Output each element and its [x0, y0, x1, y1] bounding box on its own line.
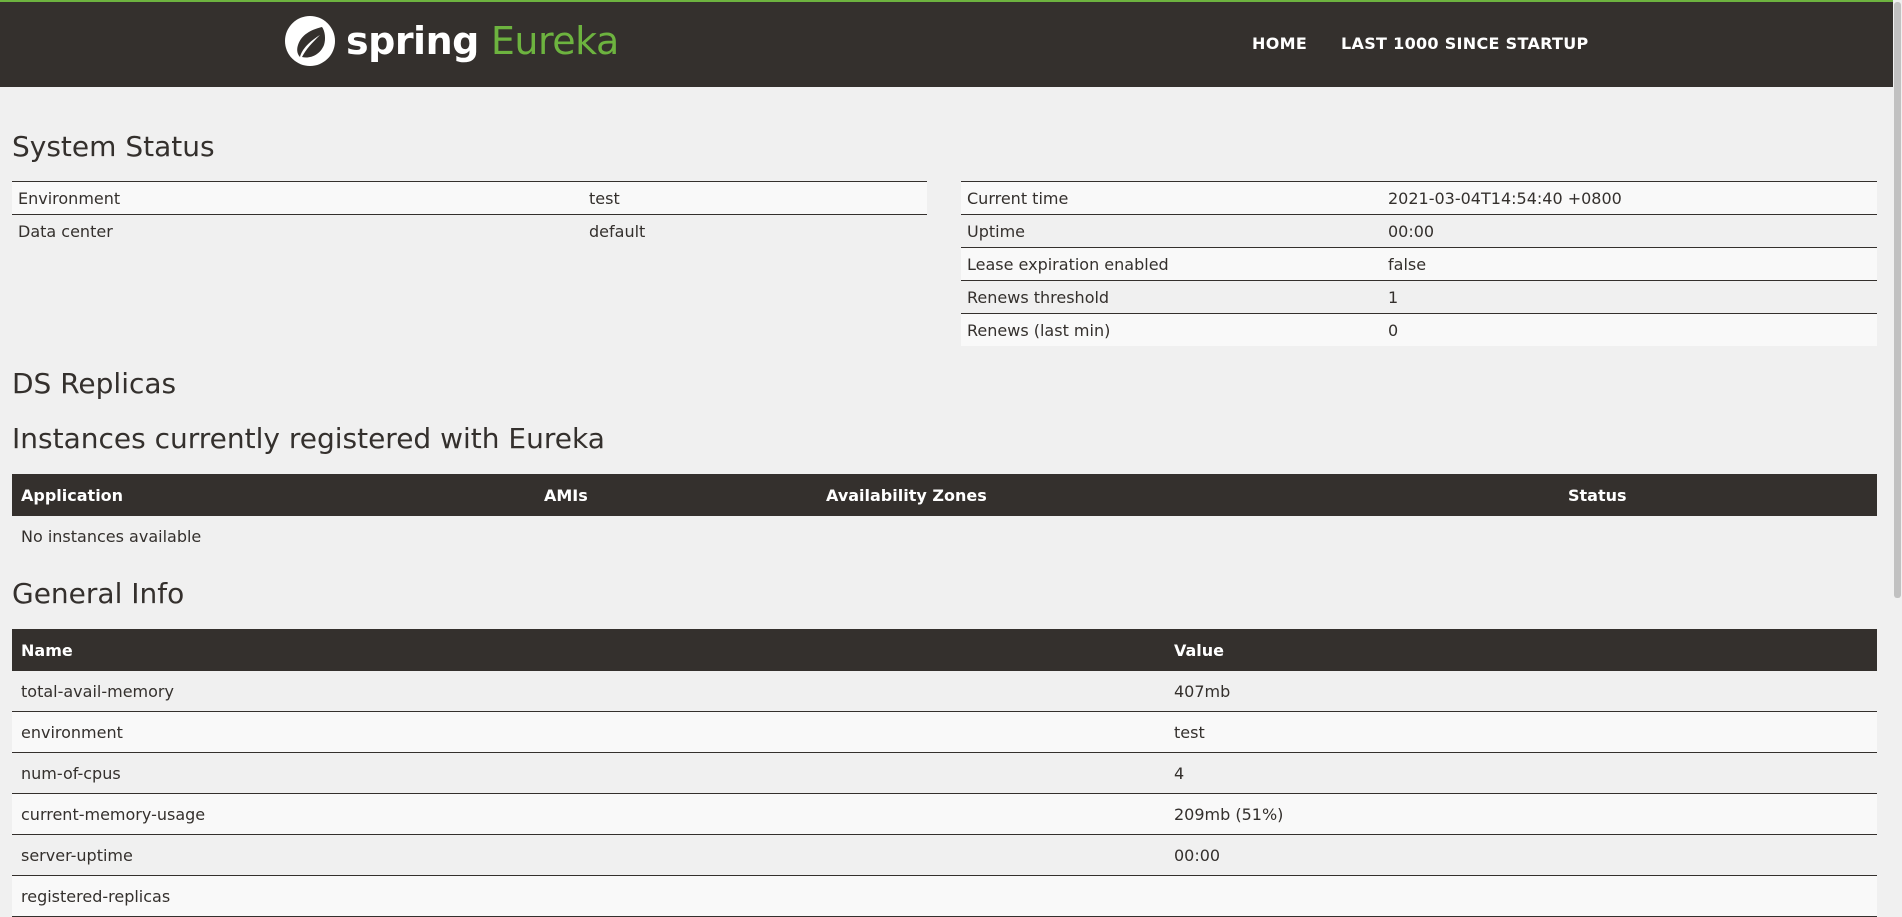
status-value: 1 — [1382, 280, 1877, 314]
col-status: Status — [1559, 474, 1877, 516]
col-name: Name — [12, 629, 1165, 671]
status-value: 2021-03-04T14:54:40 +0800 — [1382, 181, 1877, 215]
table-row: No instances available — [12, 516, 1877, 556]
brand-logo-link[interactable]: spring Eureka — [284, 14, 619, 68]
info-value: 407mb — [1165, 671, 1877, 712]
table-header-row: Name Value — [12, 629, 1877, 671]
nav-last1000-link[interactable]: LAST 1000 SINCE STARTUP — [1341, 34, 1589, 53]
status-label: Data center — [12, 214, 583, 247]
top-navbar: spring Eureka HOME LAST 1000 SINCE STARTU… — [0, 0, 1893, 87]
brand-spring-text: spring — [346, 19, 479, 63]
nav-home-link[interactable]: HOME — [1252, 34, 1307, 53]
general-info-heading: General Info — [12, 577, 185, 610]
col-amis: AMIs — [535, 474, 817, 516]
table-row: Lease expiration enabled false — [961, 247, 1877, 281]
instances-heading: Instances currently registered with Eure… — [12, 422, 605, 455]
brand-wordmark: spring Eureka — [346, 19, 619, 63]
status-value: default — [583, 214, 927, 247]
general-info-table: Name Value total-avail-memory 407mb envi… — [12, 629, 1877, 917]
col-value: Value — [1165, 629, 1877, 671]
table-row: num-of-cpus 4 — [12, 752, 1877, 794]
instances-table: Application AMIs Availability Zones Stat… — [12, 474, 1877, 556]
info-value: test — [1165, 711, 1877, 753]
ds-replicas-heading: DS Replicas — [12, 367, 177, 400]
table-row: environment test — [12, 711, 1877, 753]
info-name: num-of-cpus — [12, 752, 1165, 794]
info-name: environment — [12, 711, 1165, 753]
info-value: 00:00 — [1165, 834, 1877, 876]
table-row: total-avail-memory 407mb — [12, 671, 1877, 712]
brand-eureka-text: Eureka — [490, 19, 619, 63]
system-status-left-table: Environment test Data center default — [12, 181, 927, 247]
table-row: Data center default — [12, 214, 927, 247]
table-row: Uptime 00:00 — [961, 214, 1877, 248]
table-row: current-memory-usage 209mb (51%) — [12, 793, 1877, 835]
info-name: current-memory-usage — [12, 793, 1165, 835]
status-value: 0 — [1382, 313, 1877, 346]
status-label: Renews (last min) — [961, 313, 1382, 346]
system-status-heading: System Status — [12, 130, 215, 163]
system-status-right-table: Current time 2021-03-04T14:54:40 +0800 U… — [961, 181, 1877, 346]
col-availability-zones: Availability Zones — [817, 474, 1559, 516]
info-value: 4 — [1165, 752, 1877, 794]
table-row: server-uptime 00:00 — [12, 834, 1877, 876]
table-row: Renews (last min) 0 — [961, 313, 1877, 346]
table-row: Current time 2021-03-04T14:54:40 +0800 — [961, 181, 1877, 215]
status-label: Environment — [12, 181, 583, 215]
info-name: registered-replicas — [12, 875, 1165, 917]
nav-links: HOME LAST 1000 SINCE STARTUP — [1252, 34, 1589, 53]
status-value: test — [583, 181, 927, 215]
info-value — [1165, 875, 1877, 917]
status-label: Renews threshold — [961, 280, 1382, 314]
info-value: 209mb (51%) — [1165, 793, 1877, 835]
spring-leaf-icon — [285, 16, 335, 66]
empty-instances-text: No instances available — [12, 516, 1877, 556]
table-row: registered-replicas — [12, 875, 1877, 917]
info-name: server-uptime — [12, 834, 1165, 876]
scrollbar-thumb[interactable] — [1894, 2, 1901, 598]
table-row: Renews threshold 1 — [961, 280, 1877, 314]
info-name: total-avail-memory — [12, 671, 1165, 712]
status-label: Uptime — [961, 214, 1382, 248]
col-application: Application — [12, 474, 535, 516]
status-label: Current time — [961, 181, 1382, 215]
status-label: Lease expiration enabled — [961, 247, 1382, 281]
status-value: false — [1382, 247, 1877, 281]
table-row: Environment test — [12, 181, 927, 215]
status-value: 00:00 — [1382, 214, 1877, 248]
page-scrollbar[interactable] — [1893, 0, 1902, 892]
table-header-row: Application AMIs Availability Zones Stat… — [12, 474, 1877, 516]
